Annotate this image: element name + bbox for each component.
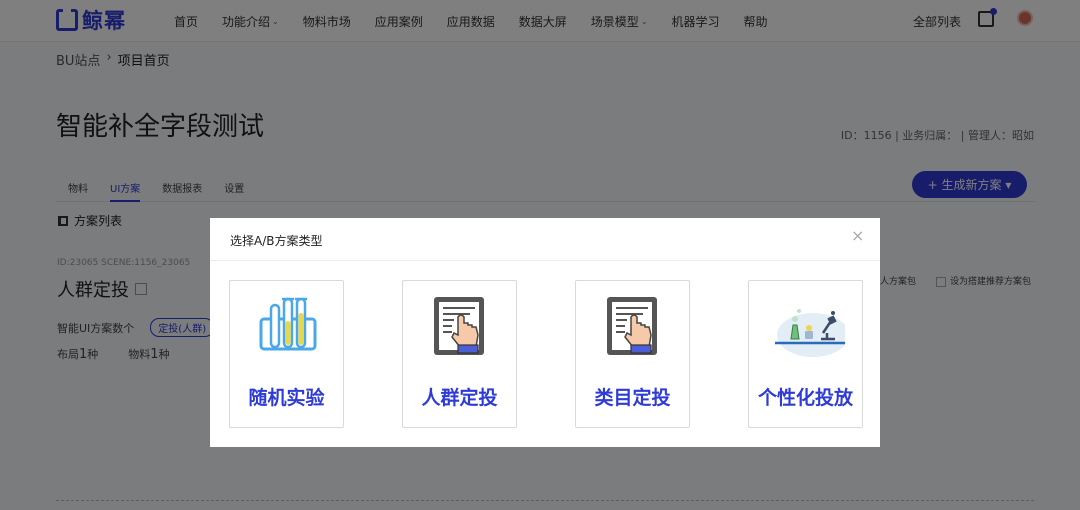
test-tubes-icon <box>259 297 317 351</box>
ab-type-modal: 选择A/B方案类型 × 随机实验 人群定投 类目定投 个性化投放 <box>210 218 880 447</box>
plan-type-cards: 随机实验 人群定投 类目定投 个性化投放 <box>229 280 863 428</box>
card-label: 个性化投放 <box>757 387 853 409</box>
card-random-experiment[interactable]: 随机实验 <box>229 280 344 428</box>
card-category-targeting[interactable]: 类目定投 <box>575 280 690 428</box>
modal-header: 选择A/B方案类型 × <box>210 218 880 261</box>
hand-document-icon <box>607 297 657 355</box>
card-personalized-delivery[interactable]: 个性化投放 <box>748 280 863 428</box>
modal-title: 选择A/B方案类型 <box>230 234 323 248</box>
microscope-lab-icon <box>775 309 845 357</box>
card-crowd-targeting[interactable]: 人群定投 <box>402 280 517 428</box>
hand-document-icon <box>434 297 484 355</box>
card-label: 随机实验 <box>248 387 325 409</box>
card-label: 人群定投 <box>421 387 498 409</box>
card-label: 类目定投 <box>594 387 671 409</box>
close-icon[interactable]: × <box>851 228 864 244</box>
